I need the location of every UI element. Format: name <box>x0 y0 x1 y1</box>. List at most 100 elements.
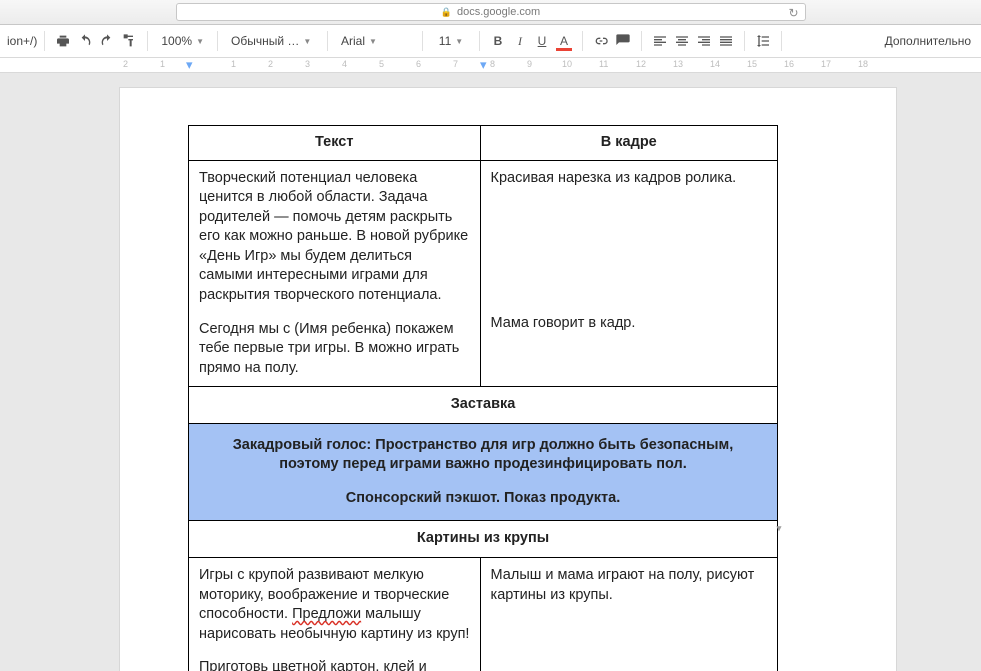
align-justify-button[interactable] <box>715 29 737 53</box>
caret-down-icon: ▼ <box>196 37 204 46</box>
ruler-tick: 2 <box>123 59 128 69</box>
section-row: Заставка <box>189 387 778 424</box>
highlight-cell[interactable]: Закадровый голос: Пространство для игр д… <box>189 423 778 521</box>
print-button[interactable] <box>52 29 74 53</box>
redo-icon <box>99 33 115 49</box>
address-field[interactable]: 🔒 docs.google.com ↻ <box>176 3 806 21</box>
table-row: Игры с крупой развивают мелкую моторику,… <box>189 558 778 671</box>
caret-down-icon: ▼ <box>303 37 311 46</box>
text-color-button[interactable]: A <box>553 29 575 53</box>
ruler-tick: 13 <box>673 59 683 69</box>
col-header-text: Текст <box>189 126 481 161</box>
undo-icon <box>77 33 93 49</box>
ruler-tick: 15 <box>747 59 757 69</box>
caret-down-icon: ▼ <box>455 37 463 46</box>
page: Текст В кадре Творческий потенциал челов… <box>120 88 896 671</box>
para: Творческий потенциал человека ценится в … <box>199 169 470 306</box>
ruler-tick: 17 <box>821 59 831 69</box>
cell-text-2[interactable]: Игры с крупой развивают мелкую моторику,… <box>189 558 481 671</box>
paint-roller-icon <box>121 33 137 49</box>
ruler-tick: 8 <box>490 59 495 69</box>
cell-frame-1[interactable]: Красивая нарезка из кадров ролика. Мама … <box>480 160 777 387</box>
ruler[interactable]: ▾ ▾ 2 1 1 2 3 4 5 6 7 8 9 10 11 12 13 14… <box>0 58 981 73</box>
document-canvas[interactable]: Текст В кадре Творческий потенциал челов… <box>0 73 981 671</box>
ruler-tick: 3 <box>305 59 310 69</box>
insert-link-button[interactable] <box>590 29 612 53</box>
align-left-button[interactable] <box>649 29 671 53</box>
table-header-row: Текст В кадре <box>189 126 778 161</box>
more-button[interactable]: Дополнительно <box>875 29 981 53</box>
undo-button[interactable] <box>74 29 96 53</box>
line-spacing-button[interactable] <box>752 29 774 53</box>
ruler-tick: 2 <box>268 59 273 69</box>
ruler-tick: 14 <box>710 59 720 69</box>
lock-icon: 🔒 <box>441 7 452 18</box>
ruler-tick: 9 <box>527 59 532 69</box>
underline-button[interactable]: U <box>531 29 553 53</box>
link-icon <box>593 33 609 49</box>
align-left-icon <box>652 33 668 49</box>
cell-frame-2[interactable]: Малыш и мама играют на полу, рисуют карт… <box>480 558 777 671</box>
zoom-select[interactable]: 100% ▼ <box>155 29 210 53</box>
print-icon <box>55 33 71 49</box>
para: Закадровый голос: Пространство для игр д… <box>205 436 761 475</box>
paint-format-button[interactable] <box>118 29 140 53</box>
table-row: Творческий потенциал человека ценится в … <box>189 160 778 387</box>
font-size-value: 11 <box>439 34 451 48</box>
redo-button[interactable] <box>96 29 118 53</box>
section-header[interactable]: Картины из крупы ▾ <box>189 521 778 558</box>
toolbar: ion+/) 100% ▼ Обычный … ▼ Arial ▼ <box>0 25 981 58</box>
italic-button[interactable]: I <box>509 29 531 53</box>
ruler-tick: 10 <box>562 59 572 69</box>
highlight-row: Закадровый голос: Пространство для игр д… <box>189 423 778 521</box>
table-context-handle[interactable]: ▾ <box>772 521 786 535</box>
reload-icon[interactable]: ↻ <box>788 6 798 20</box>
ruler-tick: 1 <box>160 59 165 69</box>
cell-text-1[interactable]: Творческий потенциал человека ценится в … <box>189 160 481 387</box>
align-right-icon <box>696 33 712 49</box>
ruler-tick: 11 <box>599 59 608 69</box>
more-label: Дополнительно <box>885 34 971 48</box>
bold-button[interactable]: B <box>487 29 509 53</box>
col-header-frame: В кадре <box>480 126 777 161</box>
address-domain: docs.google.com <box>457 6 540 18</box>
ruler-tick: 7 <box>453 59 458 69</box>
font-size-select[interactable]: 11 ▼ <box>430 29 472 53</box>
font-family-value: Arial <box>341 34 365 48</box>
caret-down-icon: ▼ <box>369 37 377 46</box>
align-right-button[interactable] <box>693 29 715 53</box>
para: Приготовь цветной картон, клей и разные … <box>199 658 470 671</box>
align-center-icon <box>674 33 690 49</box>
column-marker[interactable]: ▾ <box>480 58 487 73</box>
font-family-select[interactable]: Arial ▼ <box>335 29 415 53</box>
zoom-value: 100% <box>161 34 192 48</box>
browser-address-bar: 🔒 docs.google.com ↻ <box>0 0 981 25</box>
content-table[interactable]: Текст В кадре Творческий потенциал челов… <box>188 125 778 671</box>
ruler-tick: 5 <box>379 59 384 69</box>
para: Малыш и мама играют на полу, рисуют карт… <box>491 566 767 605</box>
align-justify-icon <box>718 33 734 49</box>
section-title: Картины из крупы <box>417 530 549 546</box>
collapsed-panel-label: ion+/) <box>5 34 37 48</box>
section-row: Картины из крупы ▾ <box>189 521 778 558</box>
ruler-tick: 6 <box>416 59 421 69</box>
ruler-tick: 4 <box>342 59 347 69</box>
ruler-tick: 16 <box>784 59 794 69</box>
line-spacing-icon <box>755 33 771 49</box>
para: Сегодня мы с (Имя ребенка) покажем тебе … <box>199 320 470 379</box>
spellcheck-error[interactable]: Предложи <box>292 606 361 622</box>
indent-left-marker[interactable]: ▾ <box>186 58 193 73</box>
para: Спонсорский пэкшот. Показ продукта. <box>205 489 761 509</box>
paragraph-style-value: Обычный … <box>231 34 299 48</box>
section-header[interactable]: Заставка <box>189 387 778 424</box>
paragraph-style-select[interactable]: Обычный … ▼ <box>225 29 320 53</box>
comment-icon <box>615 33 631 49</box>
para: Игры с крупой развивают мелкую моторику,… <box>199 566 470 644</box>
insert-comment-button[interactable] <box>612 29 634 53</box>
align-center-button[interactable] <box>671 29 693 53</box>
ruler-tick: 1 <box>231 59 236 69</box>
ruler-tick: 12 <box>636 59 646 69</box>
para: Красивая нарезка из кадров ролика. <box>491 169 767 189</box>
ruler-tick: 18 <box>858 59 868 69</box>
para: Мама говорит в кадр. <box>491 314 767 334</box>
